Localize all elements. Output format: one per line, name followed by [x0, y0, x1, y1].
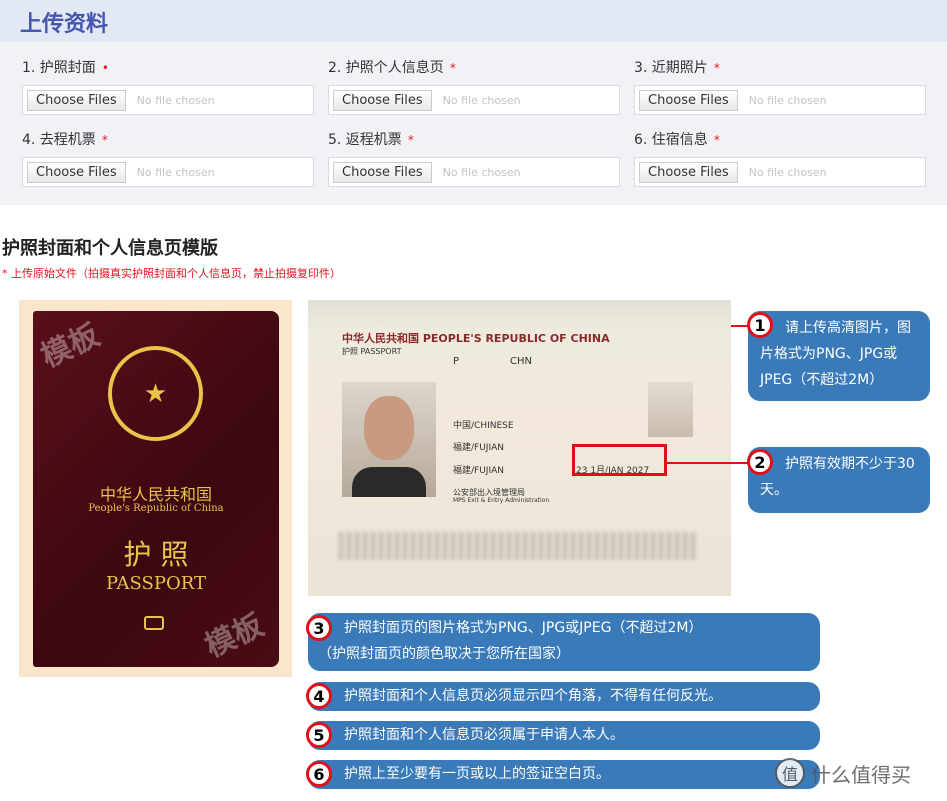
field-passport-info: 2. 护照个人信息页 * Choose Files No file chosen: [328, 57, 620, 115]
file-status: No file chosen: [136, 93, 215, 107]
field-label: 6. 住宿信息: [634, 132, 708, 148]
file-input[interactable]: Choose Files No file chosen: [328, 85, 620, 115]
callout-6: 护照上至少要有一页或以上的签证空白页。: [308, 760, 820, 789]
file-status: No file chosen: [442, 165, 521, 179]
required-mark: •: [101, 61, 109, 75]
datapage-birth-place: 福建/FUJIAN: [453, 443, 504, 453]
page-header: 上传资料: [0, 0, 947, 42]
required-mark: *: [101, 133, 108, 147]
field-label: 4. 去程机票: [22, 132, 96, 148]
watermark-text: 模板: [199, 607, 270, 665]
mrz-blurred: [338, 532, 698, 560]
file-status: No file chosen: [136, 165, 215, 179]
choose-files-button[interactable]: Choose Files: [639, 89, 738, 111]
file-input[interactable]: Choose Files No file chosen: [22, 157, 314, 187]
cover-title-cn: 护 照: [123, 538, 189, 571]
callout-text: 请上传高清图片，图片格式为PNG、JPG或JPEG（不超过2M）: [760, 320, 911, 388]
watermark-logo: 值什么值得买: [775, 758, 911, 788]
upload-form: 1. 护照封面 • Choose Files No file chosen 2. 护…: [0, 42, 947, 205]
logo-text: 什么值得买: [811, 762, 911, 787]
file-input[interactable]: Choose Files No file chosen: [634, 85, 926, 115]
step-number-1: 1: [747, 312, 773, 338]
datapage-issue-place: 福建/FUJIAN: [453, 466, 504, 476]
cover-title-en: PASSPORT: [106, 573, 206, 594]
required-mark: *: [449, 61, 456, 75]
watermark-text: 模板: [35, 317, 106, 375]
section-title: 护照封面和个人信息页模版: [2, 238, 218, 259]
choose-files-button[interactable]: Choose Files: [333, 89, 432, 111]
passport-book: 模板 ★ 中华人民共和国 People's Republic of China …: [33, 311, 279, 667]
passport-cover-image: 模板 ★ 中华人民共和国 People's Republic of China …: [19, 300, 292, 677]
field-label: 1. 护照封面: [22, 60, 96, 76]
chip-icon: [144, 616, 164, 630]
choose-files-button[interactable]: Choose Files: [27, 161, 126, 183]
file-input[interactable]: Choose Files No file chosen: [634, 157, 926, 187]
page-title: 上传资料: [20, 12, 109, 37]
datapage-type: P: [453, 356, 460, 367]
choose-files-button[interactable]: Choose Files: [639, 161, 738, 183]
step-number-5: 5: [306, 722, 332, 748]
callout-2: 护照有效期不少于30天。: [748, 447, 930, 513]
required-mark: *: [407, 133, 414, 147]
field-label: 2. 护照个人信息页: [328, 60, 444, 76]
step-number-4: 4: [306, 683, 332, 709]
field-accommodation: 6. 住宿信息 * Choose Files No file chosen: [634, 129, 926, 187]
field-passport-cover: 1. 护照封面 • Choose Files No file chosen: [22, 57, 314, 115]
step-number-2: 2: [747, 449, 773, 475]
callout-text: 护照封面页的图片格式为PNG、JPG或JPEG（不超过2M）: [344, 620, 703, 636]
field-outbound-ticket: 4. 去程机票 * Choose Files No file chosen: [22, 129, 314, 187]
field-label: 3. 近期照片: [634, 60, 708, 76]
passport-data-page-image: 中华人民共和国 PEOPLE'S REPUBLIC OF CHINA 护照 PA…: [308, 300, 731, 596]
callout-text: 护照封面和个人信息页必须显示四个角落，不得有任何反光。: [344, 688, 722, 704]
holder-photo: [342, 382, 436, 497]
ghost-photo: [648, 382, 693, 437]
callout-text: 护照封面和个人信息页必须属于申请人本人。: [344, 727, 624, 743]
datapage-nationality: 中国/CHINESE: [453, 421, 514, 431]
callout-5: 护照封面和个人信息页必须属于申请人本人。: [308, 721, 820, 750]
callout-connector: [667, 462, 753, 464]
step-number-3: 3: [306, 615, 332, 641]
file-status: No file chosen: [748, 165, 827, 179]
field-label: 5. 返程机票: [328, 132, 402, 148]
file-status: No file chosen: [442, 93, 521, 107]
upload-note: * 上传原始文件（拍摄真实护照封面和个人信息页，禁止拍摄复印件）: [2, 267, 341, 280]
file-input[interactable]: Choose Files No file chosen: [22, 85, 314, 115]
step-number-6: 6: [306, 761, 332, 787]
field-recent-photo: 3. 近期照片 * Choose Files No file chosen: [634, 57, 926, 115]
callout-3: 护照封面页的图片格式为PNG、JPG或JPEG（不超过2M） （护照封面页的颜色取…: [308, 613, 820, 671]
cover-country-cn: 中华人民共和国: [99, 485, 212, 504]
emblem-icon: ★: [108, 346, 203, 441]
expiry-highlight: [572, 444, 667, 476]
datapage-type-label: 护照 PASSPORT: [342, 347, 402, 356]
logo-icon: 值: [775, 758, 805, 788]
callout-1: 请上传高清图片，图片格式为PNG、JPG或JPEG（不超过2M）: [748, 311, 930, 401]
callout-4: 护照封面和个人信息页必须显示四个角落，不得有任何反光。: [308, 682, 820, 711]
file-input[interactable]: Choose Files No file chosen: [328, 157, 620, 187]
field-return-ticket: 5. 返程机票 * Choose Files No file chosen: [328, 129, 620, 187]
required-mark: *: [713, 133, 720, 147]
choose-files-button[interactable]: Choose Files: [27, 89, 126, 111]
cover-country-en: People's Republic of China: [88, 503, 224, 514]
file-status: No file chosen: [748, 93, 827, 107]
callout-subtext: （护照封面页的颜色取决于您所在国家）: [318, 646, 570, 662]
choose-files-button[interactable]: Choose Files: [333, 161, 432, 183]
datapage-header: 中华人民共和国 PEOPLE'S REPUBLIC OF CHINA: [342, 332, 610, 345]
callout-text: 护照有效期不少于30天。: [760, 456, 915, 498]
required-mark: *: [713, 61, 720, 75]
datapage-country: CHN: [510, 356, 532, 367]
callout-text: 护照上至少要有一页或以上的签证空白页。: [344, 766, 610, 782]
datapage-authority-en: MPS Exit & Entry Administration: [453, 497, 550, 504]
